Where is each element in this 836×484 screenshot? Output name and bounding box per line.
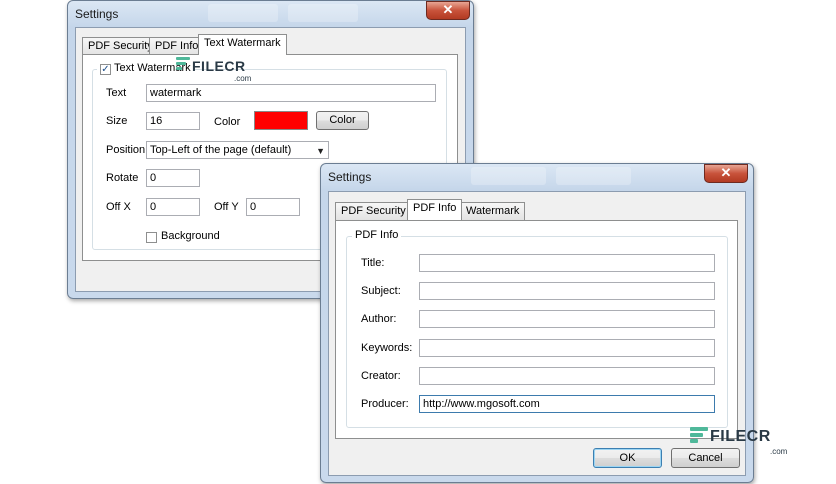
tab-label: PDF Info [413, 202, 457, 214]
title-label: Title: [361, 257, 385, 269]
filecr-logo-icon [690, 427, 708, 445]
close-button[interactable]: ✕ [426, 1, 470, 20]
background-taskbar-ghost [288, 4, 358, 22]
filecr-watermark-logo: FILECR .com [690, 425, 800, 460]
tab-label: Watermark [466, 205, 520, 217]
producer-input[interactable]: http://www.mgosoft.com [419, 395, 715, 413]
keywords-label: Keywords: [361, 342, 413, 354]
position-dropdown-value: Top-Left of the page (default) [150, 144, 292, 156]
filecr-logo-icon [176, 57, 190, 72]
background-checkbox[interactable] [146, 232, 157, 243]
chevron-down-icon: ▼ [316, 146, 325, 156]
text-label: Text [106, 87, 127, 99]
off-y-input[interactable]: 0 [246, 198, 300, 216]
color-swatch [254, 111, 308, 130]
filecr-logo-text: FILECR [710, 428, 771, 445]
subject-label: Subject: [361, 285, 401, 297]
tab-label: PDF Security [341, 205, 406, 217]
filecr-watermark-logo: FILECR .com [176, 55, 256, 85]
author-label: Author: [361, 313, 397, 325]
dialog-client-area: PDF Security PDF Info Watermark PDF Info… [328, 191, 746, 476]
ok-button[interactable]: OK [593, 448, 662, 468]
filecr-logo-text: FILECR [192, 58, 246, 74]
size-input[interactable]: 16 [146, 112, 200, 130]
tab-pdf-security[interactable]: PDF Security [335, 202, 412, 220]
title-bar[interactable]: Settings ✕ [321, 164, 753, 190]
background-taskbar-ghost [471, 167, 546, 185]
tab-pdf-info[interactable]: PDF Info [407, 199, 463, 220]
text-input[interactable]: watermark [146, 84, 436, 102]
close-button[interactable]: ✕ [704, 164, 748, 183]
close-icon: ✕ [720, 165, 732, 180]
title-bar[interactable]: Settings ✕ [68, 1, 473, 27]
color-label: Color [214, 116, 241, 128]
window-title: Settings [75, 7, 119, 21]
close-icon: ✕ [442, 2, 454, 17]
subject-input[interactable] [419, 282, 715, 300]
position-label: Position [106, 144, 146, 156]
checkmark-icon: ✓ [101, 64, 110, 75]
tab-label: PDF Security [88, 40, 153, 52]
position-dropdown[interactable]: Top-Left of the page (default) ▼ [146, 141, 329, 159]
background-label: Background [161, 230, 220, 242]
tab-label: Text Watermark [204, 37, 281, 49]
off-x-input[interactable]: 0 [146, 198, 200, 216]
keywords-input[interactable] [419, 339, 715, 357]
settings-window-pdf-info: Settings ✕ PDF Security PDF Info Waterma… [320, 163, 754, 483]
author-input[interactable] [419, 310, 715, 328]
background-taskbar-ghost [556, 167, 631, 185]
text-watermark-checkbox[interactable]: ✓ [100, 64, 111, 75]
filecr-logo-suffix: .com [770, 447, 788, 456]
rotate-label: Rotate [106, 172, 139, 184]
window-title: Settings [328, 170, 372, 184]
background-taskbar-ghost [208, 4, 278, 22]
title-input[interactable] [419, 254, 715, 272]
pdf-info-group-title: PDF Info [352, 229, 402, 241]
rotate-input[interactable]: 0 [146, 169, 200, 187]
producer-label: Producer: [361, 398, 409, 410]
tab-text-watermark[interactable]: Text Watermark [198, 34, 287, 55]
creator-input[interactable] [419, 367, 715, 385]
filecr-logo-suffix: .com [234, 74, 252, 83]
off-x-label: Off X [106, 201, 131, 213]
tab-pdf-security[interactable]: PDF Security [82, 37, 159, 55]
color-button[interactable]: Color [316, 111, 369, 130]
off-y-label: Off Y [214, 201, 239, 213]
tab-panel-pdf-info: PDF Info Title: Subject: Author: Keyword… [335, 220, 738, 439]
creator-label: Creator: [361, 370, 401, 382]
tab-pdf-info[interactable]: PDF Info [149, 37, 205, 55]
size-label: Size [106, 115, 128, 127]
tab-label: PDF Info [155, 40, 199, 52]
tab-watermark[interactable]: Watermark [460, 202, 526, 220]
